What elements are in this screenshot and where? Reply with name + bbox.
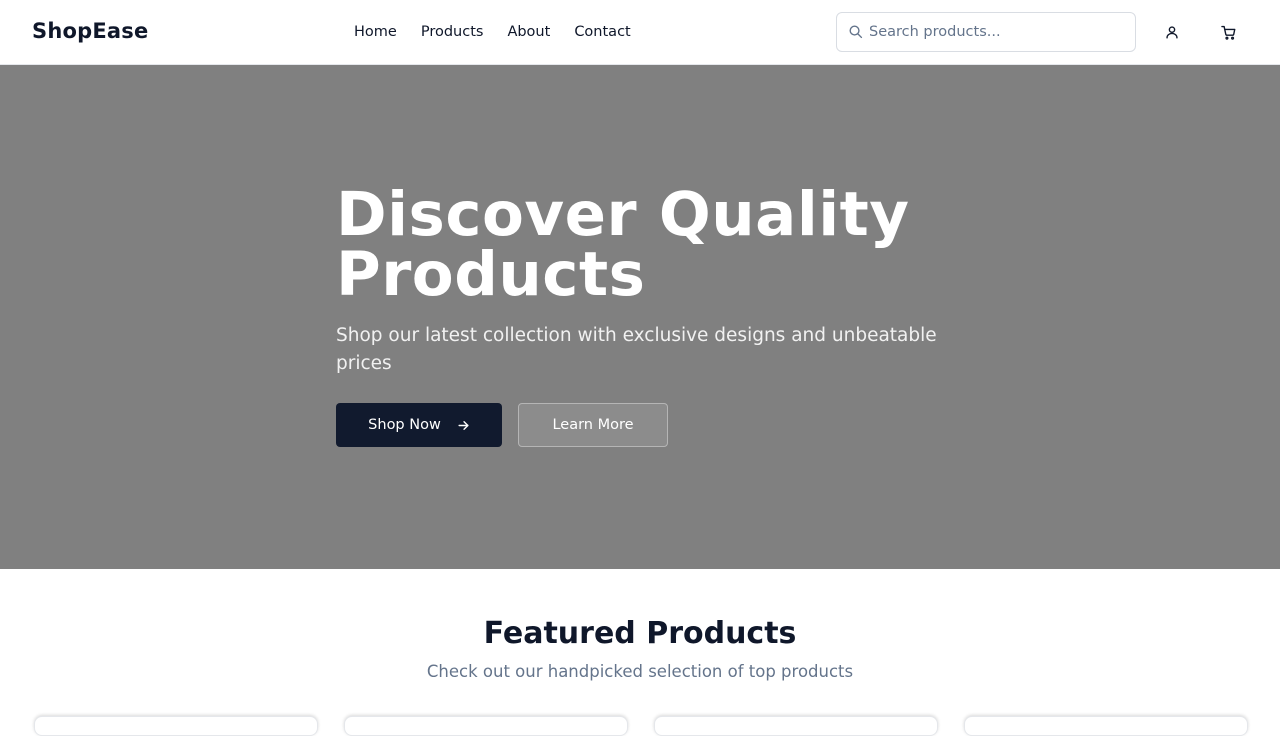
hero-title: Discover Quality Products [336,184,1036,305]
nav-link-contact[interactable]: Contact [574,23,630,41]
nav-link-about[interactable]: About [507,23,550,41]
hero-subtitle: Shop our latest collection with exclusiv… [336,325,937,374]
cart-icon [1220,25,1235,40]
search-box [836,12,1136,52]
featured-section-title: Featured Products [483,616,797,651]
featured-section-subtitle: Check out our handpicked selection of to… [426,662,854,681]
user-icon [1166,26,1178,39]
product-card[interactable] [344,716,628,736]
product-card[interactable] [654,716,938,736]
product-card[interactable] [34,716,318,736]
arrow-right-icon [457,419,470,432]
site-logo[interactable]: ShopEase [32,19,148,43]
nav-link-home[interactable]: Home [354,23,397,41]
learn-more-button[interactable]: Learn More [518,403,668,447]
search-input[interactable] [869,13,1129,51]
cart-button[interactable] [1218,22,1238,42]
site-header: ShopEase Home Products About Contact [0,0,1280,65]
product-card[interactable] [964,716,1248,736]
search-icon [849,25,863,39]
learn-more-label: Learn More [552,417,634,433]
account-button[interactable] [1162,22,1182,42]
shop-now-button[interactable]: Shop Now [336,403,502,447]
main-nav: Home Products About Contact [354,23,655,41]
shop-now-label: Shop Now [368,417,441,433]
hero-title-line-2: Products [336,239,646,310]
nav-link-products[interactable]: Products [421,23,484,41]
hero-banner: Discover Quality Products Shop our lates… [0,65,1280,569]
